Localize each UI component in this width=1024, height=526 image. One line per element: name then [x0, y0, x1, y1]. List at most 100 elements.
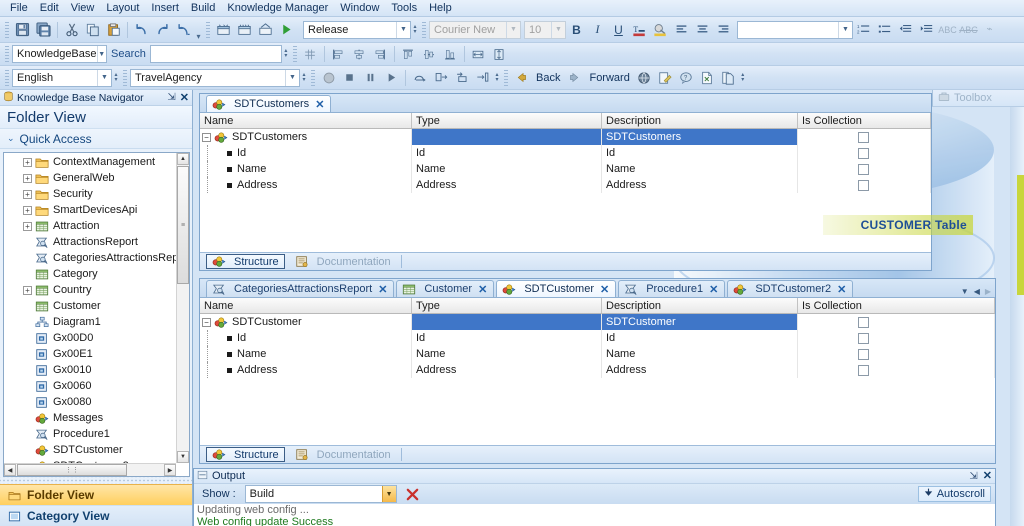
chevron-down-icon[interactable]: ▼: [285, 69, 299, 86]
chevron-down-icon[interactable]: ▼: [396, 21, 410, 38]
cell-name[interactable]: − SDTCustomer: [200, 314, 412, 330]
indent-increase-icon[interactable]: [916, 19, 937, 40]
panel-resize-grip[interactable]: [0, 477, 192, 484]
tree-item-customer[interactable]: Customer: [4, 298, 176, 314]
highlight-color-icon[interactable]: [650, 19, 671, 40]
scroll-down-arrow[interactable]: ▼: [177, 451, 189, 463]
step-over-icon[interactable]: [409, 67, 430, 88]
chevron-down-icon[interactable]: ▼: [381, 486, 396, 502]
toolbox-panel-header[interactable]: Toolbox: [932, 90, 1024, 107]
grid-icon[interactable]: [300, 44, 321, 65]
tab-list-icon[interactable]: ▼: [961, 287, 969, 296]
cell-name[interactable]: Address: [200, 362, 412, 378]
tab-close-icon[interactable]: ✕: [478, 283, 487, 296]
cell-type[interactable]: Name: [412, 161, 602, 177]
bulleted-list-icon[interactable]: [874, 19, 895, 40]
cell-type[interactable]: Name: [412, 346, 602, 362]
tree-item-gx0010[interactable]: Gx0010: [4, 362, 176, 378]
toolbar-grip[interactable]: [206, 21, 210, 38]
chevron-down-icon[interactable]: ▼: [551, 21, 565, 38]
tab-close-icon[interactable]: ✕: [315, 98, 324, 111]
row-collapse-icon[interactable]: −: [202, 317, 211, 327]
step-out-icon[interactable]: [451, 67, 472, 88]
tab-sdtcustomer[interactable]: SDTCustomer ✕: [496, 280, 617, 297]
cell-name[interactable]: Name: [200, 346, 412, 362]
table-row[interactable]: Address Address Address: [200, 177, 931, 193]
align-middle-icon[interactable]: [419, 44, 440, 65]
tree-vertical-scrollbar[interactable]: ▲ ≡ ▼: [176, 153, 189, 463]
undo-icon[interactable]: [131, 19, 152, 40]
is-collection-checkbox[interactable]: [858, 364, 869, 376]
tree-item-gx0060[interactable]: Gx0060: [4, 378, 176, 394]
font-size-combo[interactable]: 10 ▼: [524, 20, 566, 39]
abc-icon[interactable]: ABC: [937, 19, 958, 40]
configuration-combo[interactable]: Release ▼: [303, 20, 411, 39]
scroll-right-arrow[interactable]: ▶: [164, 464, 176, 476]
model-combo[interactable]: TravelAgency ▼: [130, 68, 300, 87]
tree-item-contextmanagement[interactable]: + ContextManagement: [4, 154, 176, 170]
center-objects-icon[interactable]: [349, 44, 370, 65]
kb-tree[interactable]: + ContextManagement + GeneralWeb + Security + S…: [4, 153, 176, 463]
menu-item-knowledge-manager[interactable]: Knowledge Manager: [221, 1, 334, 15]
align-left-icon[interactable]: [671, 19, 692, 40]
chevron-down-icon[interactable]: ▼: [506, 21, 520, 38]
toolbar-grip[interactable]: [311, 69, 315, 86]
abc-strike-icon[interactable]: ABC: [958, 19, 979, 40]
toolbar-overflow-button[interactable]: ▴ ▾: [411, 21, 419, 39]
table-row[interactable]: Id Id Id: [200, 330, 995, 346]
run-icon[interactable]: [276, 19, 297, 40]
column-header-name[interactable]: Name: [200, 298, 412, 313]
column-header-is-collection[interactable]: Is Collection: [798, 298, 995, 313]
menu-item-view[interactable]: View: [65, 1, 101, 15]
text-color-icon[interactable]: T: [629, 19, 650, 40]
italic-icon[interactable]: I: [587, 19, 608, 40]
clear-output-icon[interactable]: [402, 484, 423, 505]
pin-icon[interactable]: ⇲: [167, 92, 175, 103]
size-width-icon[interactable]: [468, 44, 489, 65]
cell-description[interactable]: SDTCustomers: [602, 129, 798, 145]
tab-close-icon[interactable]: ✕: [709, 283, 718, 296]
tab-customer[interactable]: Customer ✕: [396, 280, 495, 297]
scroll-thumb-vertical[interactable]: ≡: [177, 166, 189, 284]
align-objects-right-icon[interactable]: [370, 44, 391, 65]
tab-scroll-right-icon[interactable]: ▶: [985, 287, 991, 296]
align-top-icon[interactable]: [398, 44, 419, 65]
tree-item-attractionsreport[interactable]: AttractionsReport: [4, 234, 176, 250]
forward-label[interactable]: Forward: [585, 72, 633, 84]
back-label[interactable]: Back: [532, 72, 564, 84]
tab-categoriesattractionsreport[interactable]: CategoriesAttractionsReport ✕: [206, 280, 395, 297]
tree-item-procedure1[interactable]: Procedure1: [4, 426, 176, 442]
column-header-name[interactable]: Name: [200, 113, 412, 128]
view-tab-documentation[interactable]: Documentation: [290, 254, 396, 269]
back-icon[interactable]: [511, 67, 532, 88]
tab-navigation-controls[interactable]: ▼ ◀ ▶: [961, 287, 991, 296]
tree-item-security[interactable]: + Security: [4, 186, 176, 202]
bold-icon[interactable]: B: [566, 19, 587, 40]
help-balloon-icon[interactable]: ?: [676, 67, 697, 88]
cell-description[interactable]: Address: [602, 177, 798, 193]
paste-icon[interactable]: [103, 19, 124, 40]
table-row[interactable]: Id Id Id: [200, 145, 931, 161]
table-row[interactable]: Name Name Name: [200, 346, 995, 362]
cell-description[interactable]: Id: [602, 330, 798, 346]
tree-expander-icon[interactable]: +: [23, 285, 32, 295]
indent-decrease-icon[interactable]: [895, 19, 916, 40]
top-grid-body[interactable]: − SDTCustomers SDTCustomers Id Id Id Name Name N…: [200, 129, 931, 252]
cut-icon[interactable]: [61, 19, 82, 40]
view-button-folder-view[interactable]: Folder View: [0, 484, 192, 505]
save-icon[interactable]: [12, 19, 33, 40]
toolbar-overflow-button[interactable]: ▾: [194, 20, 203, 40]
step-into-icon[interactable]: [430, 67, 451, 88]
column-header-description[interactable]: Description: [602, 113, 798, 128]
menu-item-file[interactable]: File: [4, 1, 34, 15]
toolbar-grip[interactable]: [5, 69, 9, 86]
align-right-icon[interactable]: [713, 19, 734, 40]
toolbar-overflow-button[interactable]: ▴ ▾: [282, 45, 290, 63]
copy-doc-icon[interactable]: [718, 67, 739, 88]
tree-item-sdtcustomer[interactable]: SDTCustomer: [4, 442, 176, 458]
run-to-cursor-icon[interactable]: [472, 67, 493, 88]
pin-icon[interactable]: ⇲: [969, 471, 977, 482]
view-tab-structure[interactable]: Structure: [206, 447, 285, 462]
tab-sdtcustomers[interactable]: SDTCustomers ✕: [206, 95, 332, 112]
toolbar-grip[interactable]: [5, 21, 9, 38]
